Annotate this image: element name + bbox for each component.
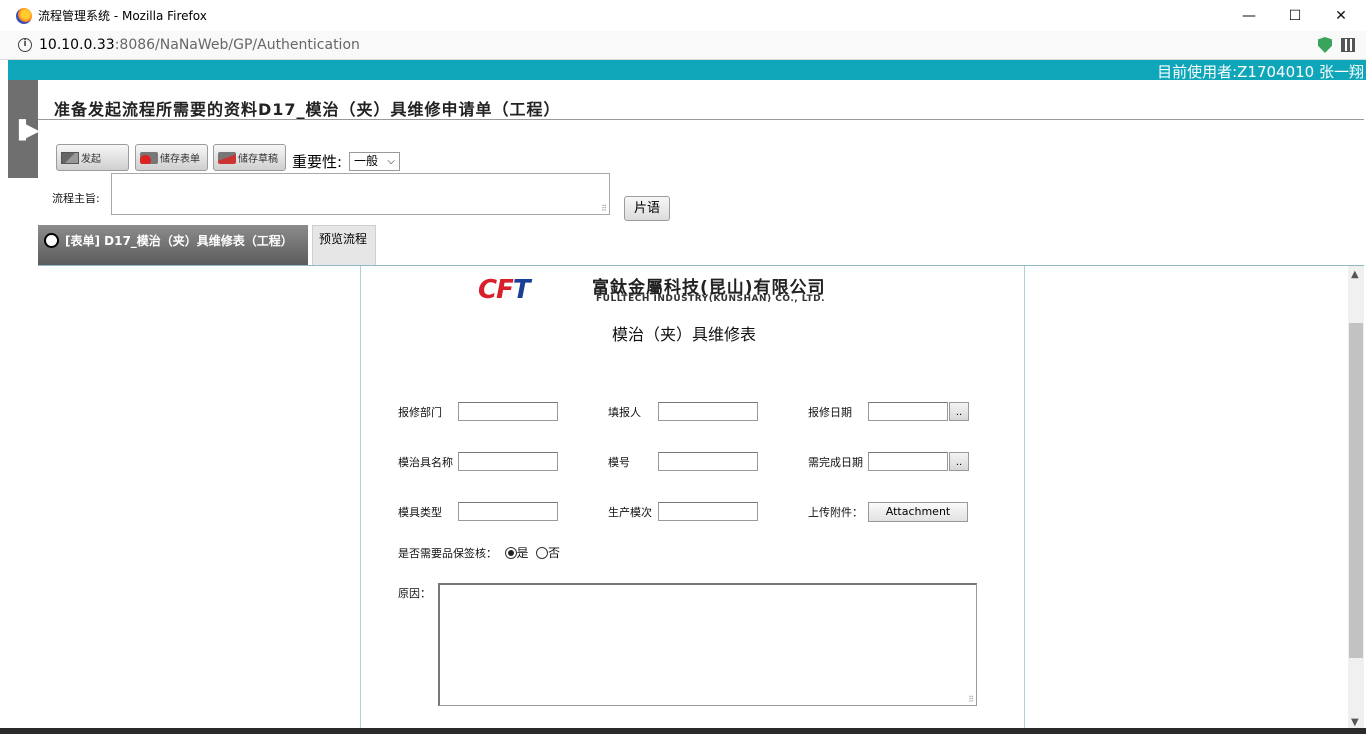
tab-preview-flow[interactable]: 预览流程 [312, 225, 376, 266]
qa-review-row: 是否需要品保签核： 是 否 [398, 544, 560, 561]
company-logo: CFT 富鈦金屬科技(昆山)有限公司 FULLTECH INDUSTRY(KUN… [478, 275, 868, 305]
radio-icon [44, 233, 59, 248]
close-button[interactable]: ✕ [1318, 0, 1364, 31]
shield-icon[interactable] [1318, 37, 1332, 53]
qa-review-label: 是否需要品保签核： [398, 547, 497, 560]
save-form-icon [140, 151, 158, 164]
subject-label: 流程主旨: [52, 192, 100, 205]
tab-form[interactable]: [表单] D17_模治（夹）具维修表（工程） [38, 225, 308, 266]
resize-grip-icon[interactable]: ⠿ [968, 695, 974, 704]
upload-label: 上传附件： [808, 506, 863, 519]
form-title: 模治（夹）具维修表 [612, 325, 757, 344]
send-button-label: 发起 [81, 154, 101, 165]
due-date-input[interactable] [868, 452, 948, 471]
mold-type-label: 模具类型 [398, 506, 442, 519]
subject-textarea[interactable]: ⠿ [111, 173, 610, 215]
repair-dept-input[interactable] [458, 402, 558, 421]
due-date-label: 需完成日期 [808, 456, 863, 469]
qa-yes-label: 是 [516, 546, 529, 560]
sidebar-toggle[interactable]: ▐▶ [8, 80, 40, 178]
taskbar-edge [0, 728, 1366, 734]
reporter-input[interactable] [658, 402, 758, 421]
reason-label: 原因： [398, 587, 431, 600]
maximize-button[interactable]: ☐ [1272, 0, 1318, 31]
repair-dept-label: 报修部门 [398, 406, 442, 419]
chevron-down-icon: ⌵ [387, 156, 395, 167]
mold-no-input[interactable] [658, 452, 758, 471]
url-path: :8086/NaNaWeb/GP/Authentication [114, 37, 360, 53]
save-form-button[interactable]: 储存表单 [135, 144, 208, 171]
production-lot-label: 生产模次 [608, 506, 652, 519]
site-info-icon[interactable]: i [18, 38, 32, 52]
reason-textarea[interactable]: ⠿ [438, 583, 977, 706]
url-host: 10.10.0.33 [39, 37, 115, 53]
importance-value: 一般 [354, 154, 379, 168]
company-name-en: FULLTECH INDUSTRY(KUNSHAN) CO., LTD. [596, 294, 826, 304]
due-date-picker-button[interactable]: .. [949, 452, 969, 471]
window-titlebar: 流程管理系统 - Mozilla Firefox [0, 0, 1366, 31]
qa-yes-radio[interactable] [504, 547, 517, 559]
mold-type-input[interactable] [458, 502, 558, 521]
mold-no-label: 模号 [608, 456, 630, 469]
minimize-button[interactable]: — [1226, 0, 1272, 31]
user-bar: 目前使用者:Z1704010 张一翔 [8, 60, 1366, 81]
envelope-icon [61, 151, 79, 164]
window-left-edge [0, 60, 8, 728]
tool-name-input[interactable] [458, 452, 558, 471]
page-header: 准备发起流程所需要的资料D17_模治（夹）具维修申请单（工程） [38, 80, 1364, 120]
qr-code-icon[interactable] [1341, 38, 1355, 52]
logo-mark-cf: CF [478, 275, 514, 305]
attachment-button[interactable]: Attachment [868, 502, 968, 522]
firefox-icon [16, 7, 32, 24]
reporter-label: 填报人 [608, 406, 641, 419]
scroll-up-icon[interactable]: ▲ [1351, 269, 1359, 280]
save-draft-icon [218, 151, 236, 164]
tab-form-label: [表单] D17_模治（夹）具维修表（工程） [65, 234, 293, 248]
vertical-scrollbar[interactable]: ▲ ▼ [1348, 266, 1364, 728]
phrase-button[interactable]: 片语 [624, 196, 670, 221]
save-form-button-label: 储存表单 [160, 154, 200, 165]
scroll-down-icon[interactable]: ▼ [1351, 717, 1359, 728]
save-draft-button[interactable]: 储存草稿 [213, 144, 286, 171]
qa-no-radio[interactable] [536, 547, 549, 559]
save-draft-button-label: 储存草稿 [238, 154, 278, 165]
resize-grip-icon[interactable]: ⠿ [601, 204, 607, 213]
logo-mark: CFT [478, 275, 531, 305]
expand-arrow-icon: ▐▶ [12, 120, 40, 141]
url-text[interactable]: 10.10.0.33:8086/NaNaWeb/GP/Authenticatio… [39, 37, 360, 53]
send-button[interactable]: 发起 [56, 144, 129, 171]
page-title: 准备发起流程所需要的资料D17_模治（夹）具维修申请单（工程） [54, 100, 561, 119]
window-title: 流程管理系统 - Mozilla Firefox [38, 9, 207, 23]
importance-label: 重要性: [292, 153, 343, 171]
repair-date-label: 报修日期 [808, 406, 852, 419]
qa-no-label: 否 [548, 546, 561, 560]
current-user: 目前使用者:Z1704010 张一翔 [1157, 63, 1364, 81]
repair-date-picker-button[interactable]: .. [949, 402, 969, 421]
tool-name-label: 模治具名称 [398, 456, 453, 469]
scroll-thumb[interactable] [1349, 323, 1363, 658]
importance-select[interactable]: 一般 ⌵ [349, 152, 400, 171]
repair-date-input[interactable] [868, 402, 948, 421]
logo-mark-t: T [512, 275, 531, 305]
address-bar[interactable]: i 10.10.0.33:8086/NaNaWeb/GP/Authenticat… [0, 31, 1366, 60]
production-lot-input[interactable] [658, 502, 758, 521]
